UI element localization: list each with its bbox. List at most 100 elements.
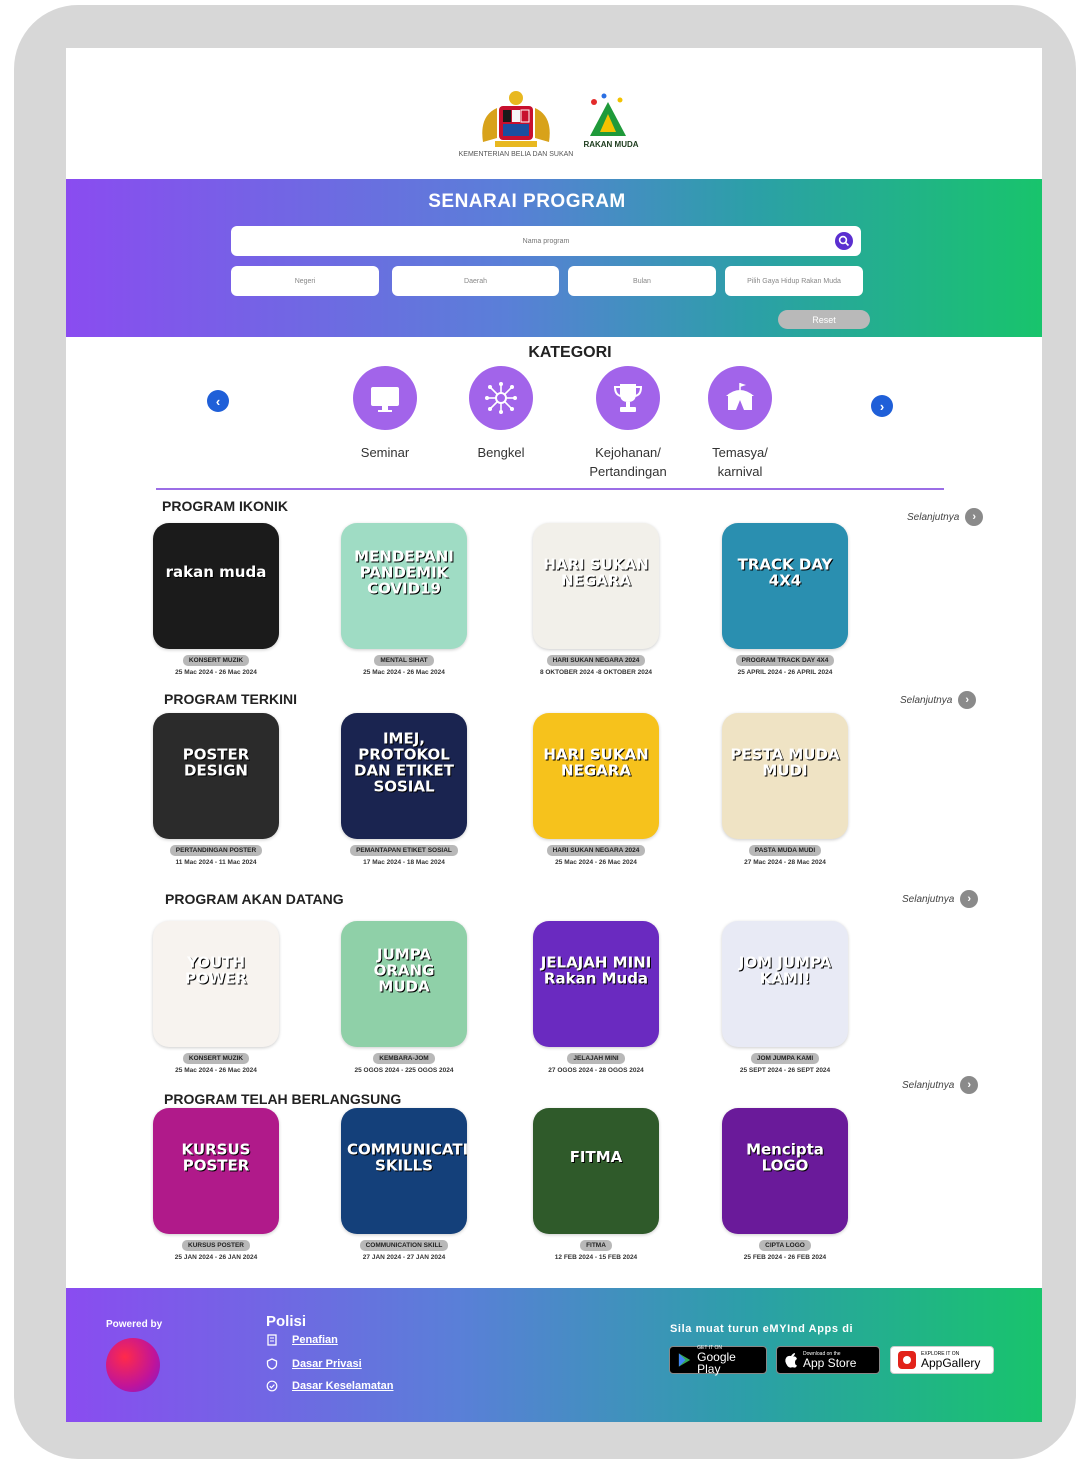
program-poster-image[interactable]: Mencipta LOGO <box>722 1108 848 1234</box>
chevron-right-icon: › <box>960 1076 979 1094</box>
program-tag: PASTA MUDA MUDI <box>748 845 822 856</box>
google-play-badge[interactable]: GET IT ON Google Play <box>669 1345 767 1375</box>
kategori-prev-button[interactable]: ‹ <box>207 390 229 412</box>
dasar-privasi-link[interactable]: Dasar Privasi <box>266 1358 362 1370</box>
program-card[interactable]: POSTER DESIGN PERTANDINGAN POSTER 11 Mac 2… <box>131 713 301 866</box>
program-poster-image[interactable]: HARI SUKAN NEGARA <box>533 523 659 649</box>
negeri-select[interactable]: Negeri <box>231 266 379 296</box>
bulan-select[interactable]: Bulan <box>568 266 716 296</box>
chevron-left-icon: ‹ <box>215 393 221 409</box>
program-card[interactable]: HARI SUKAN NEGARA HARI SUKAN NEGARA 2024 8… <box>511 523 681 676</box>
program-card[interactable]: Mencipta LOGO CIPTA LOGO 25 FEB 2024 - 26 … <box>700 1108 870 1261</box>
powered-by-logo <box>106 1338 160 1392</box>
check-circle-icon <box>266 1380 278 1392</box>
chevron-right-icon: › <box>960 890 979 908</box>
program-card[interactable]: JELAJAH MINI Rakan Muda JELAJAH MINI 27 OG… <box>511 921 681 1074</box>
kategori-label: Seminar <box>360 445 410 460</box>
program-poster-image[interactable]: COMMUNICATION SKILLS <box>341 1108 467 1234</box>
kategori-item-seminar[interactable]: Seminar <box>320 366 450 463</box>
poster-text: COMMUNICATION SKILLS <box>347 1140 467 1175</box>
program-tag: HARI SUKAN NEGARA 2024 <box>546 655 646 666</box>
program-poster-image[interactable]: JUMPA ORANG MUDA <box>341 921 467 1047</box>
reset-button[interactable]: Reset <box>778 310 870 329</box>
kategori-label: Kejohanan/ Pertandingan <box>589 445 667 479</box>
program-tag: JELAJAH MINI <box>567 1053 625 1064</box>
program-tag: PERTANDINGAN POSTER <box>169 845 263 856</box>
program-card[interactable]: YOUTH POWER KONSERT MUZIK 25 Mac 2024 - 26… <box>131 921 301 1074</box>
search-button[interactable] <box>835 232 853 250</box>
apple-icon <box>785 1353 797 1368</box>
shield-icon <box>266 1358 278 1370</box>
program-card[interactable]: JUMPA ORANG MUDA KEMBARA-JOM 25 OGOS 2024 … <box>319 921 489 1074</box>
program-poster-image[interactable]: MENDEPANI PANDEMIK COVID19 <box>341 523 467 649</box>
poster-text: PESTA MUDA MUDI <box>730 745 840 780</box>
program-card[interactable]: COMMUNICATION SKILLS COMMUNICATION SKILL 2… <box>319 1108 489 1261</box>
gaya-hidup-select[interactable]: Pilih Gaya Hidup Rakan Muda <box>725 266 863 296</box>
google-play-icon <box>678 1353 691 1367</box>
program-date: 25 Mac 2024 - 26 Mac 2024 <box>555 859 637 866</box>
section-title-ikonik: PROGRAM IKONIK <box>162 498 288 514</box>
selanjutnya-link[interactable]: Selanjutnya › <box>902 890 979 908</box>
program-card[interactable]: TRACK DAY 4X4 PROGRAM TRACK DAY 4X4 25 APR… <box>700 523 870 676</box>
search-box <box>231 226 861 256</box>
program-card[interactable]: rakan muda KONSERT MUZIK 25 Mac 2024 - 26 … <box>131 523 301 676</box>
kategori-item-bengkel[interactable]: Bengkel <box>436 366 566 463</box>
dasar-keselamatan-link[interactable]: Dasar Keselamatan <box>266 1380 394 1392</box>
program-card[interactable]: JOM JUMPA KAMI! JOM JUMPA KAMI 25 SEPT 202… <box>700 921 870 1074</box>
app-gallery-badge[interactable]: EXPLORE IT ON AppGallery <box>890 1346 994 1374</box>
search-banner: SENARAI PROGRAM Negeri Daerah Bulan Pili… <box>66 179 1042 337</box>
program-poster-image[interactable]: JOM JUMPA KAMI! <box>722 921 848 1047</box>
program-poster-image[interactable]: POSTER DESIGN <box>153 713 279 839</box>
program-date: 25 OGOS 2024 - 225 OGOS 2024 <box>354 1067 454 1074</box>
selanjutnya-link[interactable]: Selanjutnya › <box>902 1076 979 1094</box>
program-poster-image[interactable]: FITMA <box>533 1108 659 1234</box>
program-card[interactable]: FITMA FITMA 12 FEB 2024 - 15 FEB 2024 <box>511 1108 681 1261</box>
program-tag: HARI SUKAN NEGARA 2024 <box>546 845 646 856</box>
poster-text: JUMPA ORANG MUDA <box>373 945 435 996</box>
kategori-label: Bengkel <box>477 445 525 460</box>
poster-text: KURSUS POSTER <box>181 1140 251 1175</box>
program-tag: KEMBARA-JOM <box>373 1053 435 1064</box>
program-poster-image[interactable]: YOUTH POWER <box>153 921 279 1047</box>
program-card[interactable]: IMEJ, PROTOKOL DAN ETIKET SOSIAL PEMANTAP… <box>319 713 489 866</box>
program-poster-image[interactable]: IMEJ, PROTOKOL DAN ETIKET SOSIAL <box>341 713 467 839</box>
program-tag: CIPTA LOGO <box>759 1240 811 1251</box>
program-date: 25 Mac 2024 - 26 Mac 2024 <box>175 669 257 676</box>
program-poster-image[interactable]: KURSUS POSTER <box>153 1108 279 1234</box>
trophy-icon <box>613 384 643 412</box>
program-poster-image[interactable]: TRACK DAY 4X4 <box>722 523 848 649</box>
footer: Powered by Polisi Penafian Dasar Privasi… <box>66 1288 1042 1422</box>
poster-text: HARI SUKAN NEGARA <box>543 555 649 590</box>
chevron-right-icon: › <box>965 508 984 526</box>
kategori-item-temasya[interactable]: Temasya/ karnival <box>675 366 805 482</box>
daerah-select[interactable]: Daerah <box>392 266 559 296</box>
kategori-item-kejohanan[interactable]: Kejohanan/ Pertandingan <box>563 366 693 482</box>
monitor-icon <box>371 387 399 412</box>
program-date: 25 SEPT 2024 - 26 SEPT 2024 <box>739 1067 831 1074</box>
program-poster-image[interactable]: HARI SUKAN NEGARA <box>533 713 659 839</box>
app-store-badge[interactable]: Download on the App Store <box>776 1346 880 1374</box>
program-poster-image[interactable]: PESTA MUDA MUDI <box>722 713 848 839</box>
selanjutnya-link[interactable]: Selanjutnya › <box>907 508 984 526</box>
program-card[interactable]: MENDEPANI PANDEMIK COVID19 MENTAL SIHAT 25… <box>319 523 489 676</box>
program-date: 25 Mac 2024 - 26 Mac 2024 <box>363 669 445 676</box>
selanjutnya-link[interactable]: Selanjutnya › <box>900 691 977 709</box>
program-card[interactable]: HARI SUKAN NEGARA HARI SUKAN NEGARA 2024 2… <box>511 713 681 866</box>
program-tag: KONSERT MUZIK <box>182 655 250 666</box>
penafian-link[interactable]: Penafian <box>266 1334 338 1346</box>
page-title: SENARAI PROGRAM <box>428 191 626 212</box>
search-input[interactable] <box>231 226 861 256</box>
poster-text: FITMA <box>569 1148 623 1167</box>
program-tag: KURSUS POSTER <box>182 1240 250 1251</box>
screen: KEMENTERIAN BELIA DAN SUKAN RAKAN MUDA S… <box>66 48 1042 1422</box>
search-icon <box>838 235 850 247</box>
kategori-next-button[interactable]: › <box>871 395 893 417</box>
polisi-title: Polisi <box>266 1313 307 1330</box>
program-poster-image[interactable]: rakan muda <box>153 523 279 649</box>
program-card[interactable]: KURSUS POSTER KURSUS POSTER 25 JAN 2024 - … <box>131 1108 301 1261</box>
program-date: 25 APRIL 2024 - 26 APRIL 2024 <box>737 669 833 676</box>
program-poster-image[interactable]: JELAJAH MINI Rakan Muda <box>533 921 659 1047</box>
program-date: 27 Mac 2024 - 28 Mac 2024 <box>744 859 826 866</box>
program-card[interactable]: PESTA MUDA MUDI PASTA MUDA MUDI 27 Mac 202… <box>700 713 870 866</box>
program-tag: COMMUNICATION SKILL <box>359 1240 449 1251</box>
